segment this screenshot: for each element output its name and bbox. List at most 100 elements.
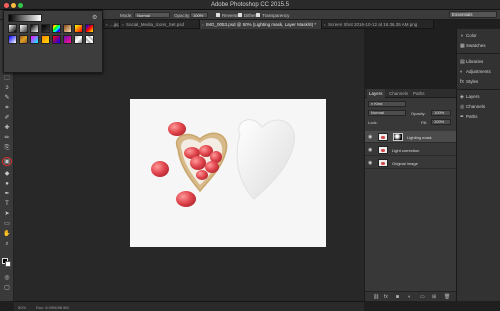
- zoom-level[interactable]: 50%: [18, 305, 26, 310]
- layers-panel: Layers Channels Paths ⌕ Kind Normal Opac…: [364, 89, 457, 301]
- eye-icon[interactable]: ◉: [368, 160, 372, 166]
- gradient-swatch[interactable]: [41, 24, 50, 33]
- dock-layers[interactable]: ◈ Layers: [460, 93, 480, 101]
- hand-tool-icon[interactable]: ✋: [2, 230, 12, 239]
- layer-mask-thumbnail[interactable]: [393, 133, 403, 141]
- dock-swatches[interactable]: ▦Swatches: [460, 42, 486, 50]
- eye-icon[interactable]: ◉: [368, 147, 372, 153]
- gear-icon[interactable]: ⚙: [92, 14, 97, 21]
- lock-label: Lock:: [368, 120, 378, 125]
- dock-divider: [457, 89, 500, 90]
- shape-tool-icon[interactable]: ▭: [2, 220, 12, 229]
- gradient-swatch[interactable]: [63, 35, 72, 44]
- layer-fill-field[interactable]: 100%: [431, 119, 451, 125]
- dock-adjustments[interactable]: ◐ Adjustments: [460, 68, 491, 76]
- gradient-swatch[interactable]: [30, 24, 39, 33]
- reverse-label: Reverse: [222, 13, 239, 18]
- gradient-swatch[interactable]: [30, 35, 39, 44]
- gradient-swatch[interactable]: [8, 35, 17, 44]
- panel-dock: ◑ Color ▦Swatches ▤Libraries ◐ Adjustments…: [456, 29, 500, 301]
- pen-tool-icon[interactable]: ✒: [2, 190, 12, 199]
- new-layer-icon[interactable]: ⊞: [432, 294, 436, 300]
- gradient-swatch[interactable]: [74, 24, 83, 33]
- gradient-swatch[interactable]: [8, 24, 17, 33]
- blend-mode-select[interactable]: Normal: [368, 110, 406, 116]
- gradient-swatch[interactable]: [19, 35, 28, 44]
- layer-filter-kind[interactable]: ⌕ Kind: [368, 101, 406, 107]
- gradient-swatch[interactable]: [85, 24, 94, 33]
- dodge-tool-icon[interactable]: ●: [2, 180, 12, 189]
- link-icon[interactable]: ⛓: [373, 294, 379, 300]
- document-tab[interactable]: × ...jpg: [104, 20, 120, 29]
- layers-panel-footer: ⛓ fx ◙ ◐ ▭ ⊞ 🗑: [365, 291, 457, 301]
- close-tab-icon[interactable]: ×: [106, 20, 108, 29]
- path-select-tool-icon[interactable]: ➤: [2, 210, 12, 219]
- gradient-swatch[interactable]: [85, 35, 94, 44]
- gradient-picker-popup[interactable]: ⚙: [3, 10, 103, 73]
- layers-panel-tabs: Layers Channels Paths: [365, 89, 457, 98]
- eye-icon[interactable]: ◉: [368, 134, 372, 140]
- dither-checkbox[interactable]: [238, 13, 242, 17]
- type-tool-icon[interactable]: T: [2, 200, 12, 209]
- background-color[interactable]: [5, 261, 11, 267]
- close-tab-icon[interactable]: ×: [122, 20, 124, 29]
- layer-opacity-field[interactable]: 100%: [431, 110, 451, 116]
- tab-layers[interactable]: Layers: [367, 89, 385, 98]
- healing-tool-icon[interactable]: ✚: [2, 124, 12, 133]
- gradient-swatch[interactable]: [52, 24, 61, 33]
- screen-mode-icon[interactable]: ▢: [2, 284, 12, 293]
- opacity-label: Opacity:: [411, 111, 426, 116]
- document-tab[interactable]: × Screen Shot 2016-10-12 at 16.36.35 AM.p…: [322, 20, 434, 29]
- trash-icon[interactable]: 🗑: [444, 294, 450, 300]
- opacity-field[interactable]: 100%: [190, 12, 208, 18]
- blur-tool-icon[interactable]: ◆: [2, 170, 12, 179]
- crop-tool-icon[interactable]: ⌗: [2, 104, 12, 113]
- transparency-checkbox[interactable]: [256, 13, 260, 17]
- close-tab-icon[interactable]: ×: [202, 20, 204, 29]
- layer-row[interactable]: ◉ Light correction: [365, 144, 457, 156]
- gradient-swatch[interactable]: [41, 35, 50, 44]
- mode-select[interactable]: Normal: [134, 12, 170, 18]
- lasso-tool-icon[interactable]: ↄ: [2, 84, 12, 93]
- dock-channels[interactable]: ◎ Channels: [460, 103, 485, 111]
- doc-size: Doc: 8.09M/58.9M: [36, 305, 69, 310]
- layer-name: Lighting mask: [407, 134, 432, 140]
- layer-row[interactable]: ◉ Original image: [365, 157, 457, 169]
- mask-icon[interactable]: ◙: [396, 294, 399, 300]
- brush-tool-icon[interactable]: ✏: [2, 134, 12, 143]
- document-canvas[interactable]: [130, 99, 326, 247]
- eyedropper-tool-icon[interactable]: ✐: [2, 114, 12, 123]
- gradient-swatch[interactable]: [74, 35, 83, 44]
- dock-color[interactable]: ◑ Color: [460, 32, 477, 40]
- folder-icon[interactable]: ▭: [420, 294, 425, 300]
- tab-channels[interactable]: Channels: [387, 89, 410, 98]
- mode-label: Mode:: [120, 13, 133, 18]
- gradient-swatch[interactable]: [63, 24, 72, 33]
- adjustment-icon[interactable]: ◐: [408, 294, 411, 300]
- layer-row[interactable]: ◉ Lighting mask: [365, 131, 457, 143]
- reverse-checkbox[interactable]: [216, 13, 220, 17]
- gradient-editor-bar[interactable]: [8, 14, 42, 22]
- document-tab-active[interactable]: × IMG_0053.psd @ 50% (Lighting mask, Laye…: [200, 20, 322, 29]
- layer-name: Light correction: [392, 147, 420, 153]
- heart-box-photo: [151, 119, 295, 207]
- gradient-swatch[interactable]: [52, 35, 61, 44]
- quick-mask-icon[interactable]: ◎: [2, 274, 12, 283]
- quick-select-tool-icon[interactable]: ✎: [2, 94, 12, 103]
- gradient-tool-icon[interactable]: ▣: [2, 157, 12, 166]
- dock-libraries[interactable]: ▤Libraries: [460, 58, 483, 66]
- dock-styles[interactable]: fx Styles: [460, 78, 478, 86]
- gradient-swatch[interactable]: [19, 24, 28, 33]
- status-bar: 50% Doc: 8.09M/58.9M: [14, 301, 364, 311]
- clone-tool-icon[interactable]: ⎘: [2, 144, 12, 153]
- close-tab-icon[interactable]: ×: [324, 20, 326, 29]
- tab-paths[interactable]: Paths: [411, 89, 427, 98]
- fx-icon[interactable]: fx: [384, 294, 388, 300]
- gradient-preview[interactable]: [8, 14, 92, 22]
- layer-thumbnail: [378, 133, 388, 141]
- dock-paths[interactable]: ✒ Paths: [460, 113, 478, 121]
- zoom-tool-icon[interactable]: ⌕: [2, 240, 12, 249]
- document-tab[interactable]: × Social_Media_Icons_Set.psd: [120, 20, 200, 29]
- workspace-switcher[interactable]: Essentials: [449, 11, 497, 18]
- marquee-tool-icon[interactable]: ⬚: [2, 74, 12, 83]
